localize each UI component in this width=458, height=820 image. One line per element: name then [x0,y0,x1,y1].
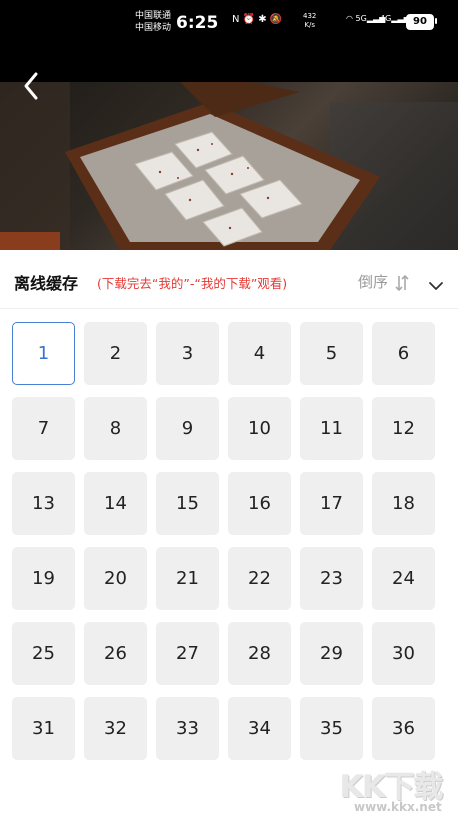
episode-button[interactable]: 30 [372,622,435,685]
episode-button[interactable]: 8 [84,397,147,460]
network-5g-label: 5G [355,14,367,23]
episode-button[interactable]: 26 [84,622,147,685]
episode-button[interactable]: 21 [156,547,219,610]
status-icons: N ⏰ ✱ 🔕 [232,14,283,25]
carrier-1: 中国联通 [135,11,172,21]
offline-cache-title: 离线缓存 [14,274,79,293]
episode-button[interactable]: 31 [12,697,75,760]
episode-button[interactable]: 29 [300,622,363,685]
episode-button[interactable]: 33 [156,697,219,760]
carrier-2: 中国移动 [135,23,172,33]
episode-button[interactable]: 4 [228,322,291,385]
episode-button[interactable]: 20 [84,547,147,610]
episode-button[interactable]: 6 [372,322,435,385]
video-player[interactable] [0,82,458,250]
episode-button[interactable]: 18 [372,472,435,535]
episode-button[interactable]: 36 [372,697,435,760]
episode-button[interactable]: 7 [12,397,75,460]
episode-button[interactable]: 27 [156,622,219,685]
back-arrow-icon [24,72,38,100]
divider [0,308,458,309]
episode-button[interactable]: 14 [84,472,147,535]
watermark: KK下载 www.kkx.net [340,762,458,820]
status-bar: 中国联通 中国移动 6:25 N ⏰ ✱ 🔕 432 K/s ◠ 5G▂▃▅ 4… [0,0,458,48]
episode-button[interactable]: 23 [300,547,363,610]
episode-button[interactable]: 25 [12,622,75,685]
wifi-icon: ◠ [346,14,353,23]
episode-button[interactable]: 5 [300,322,363,385]
episode-button[interactable]: 16 [228,472,291,535]
network-4g-label: 4G [380,14,392,23]
episode-button[interactable]: 12 [372,397,435,460]
episode-button[interactable]: 15 [156,472,219,535]
video-letterbox [0,48,458,82]
chevron-down-icon [429,282,443,290]
clock: 6:25 [176,13,219,33]
episode-button[interactable]: 22 [228,547,291,610]
back-button[interactable] [18,70,46,102]
episode-button[interactable]: 24 [372,547,435,610]
episode-button[interactable]: 1 [12,322,75,385]
watermark-url: www.kkx.net [354,800,442,814]
episode-button[interactable]: 9 [156,397,219,460]
episode-button[interactable]: 19 [12,547,75,610]
episode-button[interactable]: 32 [84,697,147,760]
battery-indicator: 90 [406,14,434,30]
episode-button[interactable]: 28 [228,622,291,685]
episode-button[interactable]: 2 [84,322,147,385]
sort-arrows-icon [395,274,409,291]
episode-button[interactable]: 17 [300,472,363,535]
sort-toggle[interactable]: 倒序 [358,271,409,292]
network-speed: 432 K/s [303,12,316,30]
speed-unit: K/s [304,21,315,29]
episode-button[interactable]: 34 [228,697,291,760]
sort-label: 倒序 [358,273,389,291]
carrier-info: 中国联通 中国移动 [135,10,171,34]
episode-button[interactable]: 13 [12,472,75,535]
video-frame-image [0,82,458,250]
episode-button[interactable]: 11 [300,397,363,460]
episode-button[interactable]: 35 [300,697,363,760]
speed-value: 432 [303,12,317,20]
battery-tip [435,18,437,24]
episode-grid: 1 2 3 4 5 6 7 8 9 10 11 12 13 14 15 16 17 18 19 20 21 22 23 24 2… [12,322,442,760]
collapse-button[interactable] [428,276,444,295]
episode-button[interactable]: 10 [228,397,291,460]
download-hint: (下载完去“我的”-“我的下载”观看) [97,276,288,291]
offline-cache-header: 离线缓存 (下载完去“我的”-“我的下载”观看) 倒序 [0,262,458,300]
episode-button[interactable]: 3 [156,322,219,385]
